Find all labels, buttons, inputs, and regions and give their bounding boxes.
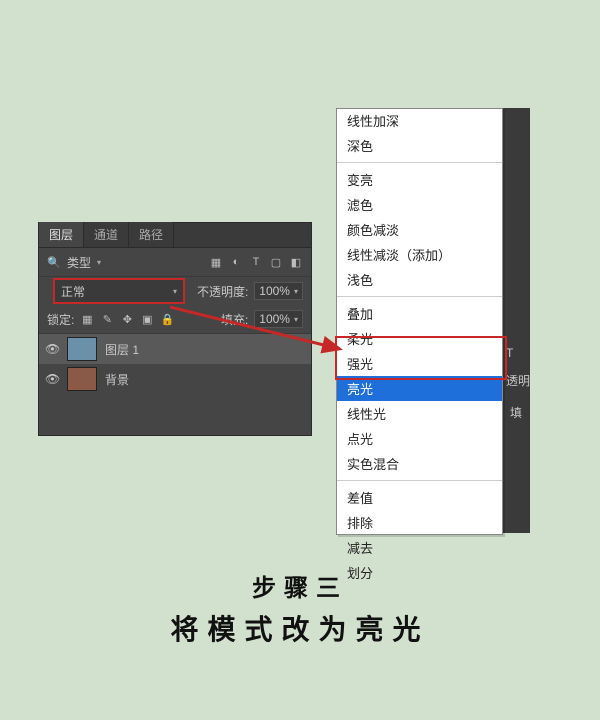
side-fill-short: 填 [510, 404, 522, 421]
lock-artboard-icon[interactable]: ▣ [140, 312, 154, 326]
menu-item[interactable]: 实色混合 [337, 451, 502, 476]
menu-item[interactable]: 滤色 [337, 192, 502, 217]
tab-channels[interactable]: 通道 [84, 222, 129, 247]
lock-brush-icon[interactable]: ✎ [100, 312, 114, 326]
tab-paths[interactable]: 路径 [129, 222, 174, 247]
menu-item[interactable]: 叠加 [337, 301, 502, 326]
visibility-icon[interactable]: 👁 [45, 342, 59, 356]
menu-item[interactable]: 线性减淡（添加） [337, 242, 502, 267]
opacity-label: 不透明度: [197, 283, 248, 300]
menu-item[interactable]: 线性光 [337, 401, 502, 426]
panel-strip [501, 108, 530, 533]
chevron-down-icon: ▾ [294, 315, 298, 324]
tab-layers[interactable]: 图层 [39, 222, 84, 247]
menu-item[interactable]: 柔光 [337, 326, 502, 351]
menu-item[interactable]: 浅色 [337, 267, 502, 292]
blend-row: 正常 ▾ 不透明度: 100% ▾ [39, 277, 311, 305]
filter-row: 🔍 类型 ▾ ▦ ◐ T ▢ ◧ [39, 248, 311, 277]
layer-row[interactable]: 👁 图层 1 [39, 334, 311, 364]
menu-item[interactable]: 点光 [337, 426, 502, 451]
layers-panel: 图层 通道 路径 🔍 类型 ▾ ▦ ◐ T ▢ ◧ 正常 ▾ 不透明度: 100… [38, 222, 310, 434]
filter-smart-icon[interactable]: ◧ [289, 255, 303, 269]
side-opacity-short: 透明 [506, 372, 530, 389]
blend-mode-menu: 线性加深 深色 变亮 滤色 颜色减淡 线性减淡（添加） 浅色 叠加 柔光 强光 … [336, 108, 503, 535]
visibility-icon[interactable]: 👁 [45, 372, 59, 386]
layer-name: 背景 [105, 371, 129, 388]
filter-image-icon[interactable]: ▦ [209, 255, 223, 269]
search-icon: 🔍 [47, 255, 61, 269]
fill-label: 填充: [221, 311, 248, 328]
menu-item[interactable]: 强光 [337, 351, 502, 376]
filter-shape-icon[interactable]: ▢ [269, 255, 283, 269]
menu-item[interactable]: 差值 [337, 485, 502, 510]
lock-row: 锁定: ▦ ✎ ✥ ▣ 🔒 填充: 100% ▾ [39, 305, 311, 334]
opacity-select[interactable]: 100% ▾ [254, 282, 303, 300]
layer-name: 图层 1 [105, 341, 139, 358]
layer-thumbnail [67, 337, 97, 361]
filter-type-label: 类型 [67, 254, 91, 271]
filter-adjust-icon[interactable]: ◐ [229, 255, 243, 269]
layer-row[interactable]: 👁 背景 [39, 364, 311, 394]
side-label: T [506, 346, 513, 360]
menu-item-selected[interactable]: 亮光 [337, 376, 502, 401]
layer-thumbnail [67, 367, 97, 391]
caption-line2: 将模式改为亮光 [0, 608, 600, 648]
caption-line1: 步骤三 [0, 568, 600, 603]
chevron-down-icon: ▾ [294, 287, 298, 296]
filter-text-icon[interactable]: T [249, 255, 263, 269]
fill-value: 100% [259, 312, 290, 326]
fill-select[interactable]: 100% ▾ [254, 310, 303, 328]
lock-move-icon[interactable]: ✥ [120, 312, 134, 326]
menu-item[interactable]: 变亮 [337, 167, 502, 192]
menu-item[interactable]: 深色 [337, 133, 502, 158]
opacity-value: 100% [259, 284, 290, 298]
chevron-down-icon[interactable]: ▾ [97, 258, 101, 267]
chevron-down-icon: ▾ [173, 287, 177, 296]
blend-mode-select[interactable]: 正常 ▾ [53, 278, 185, 304]
menu-item[interactable]: 减去 [337, 535, 502, 560]
menu-item[interactable]: 排除 [337, 510, 502, 535]
menu-item[interactable]: 颜色减淡 [337, 217, 502, 242]
menu-item[interactable]: 线性加深 [337, 111, 502, 133]
lock-pixels-icon[interactable]: ▦ [80, 312, 94, 326]
blend-mode-value: 正常 [61, 283, 85, 300]
lock-label: 锁定: [47, 311, 74, 328]
panel-tabs: 图层 通道 路径 [39, 223, 311, 248]
lock-all-icon[interactable]: 🔒 [160, 312, 174, 326]
